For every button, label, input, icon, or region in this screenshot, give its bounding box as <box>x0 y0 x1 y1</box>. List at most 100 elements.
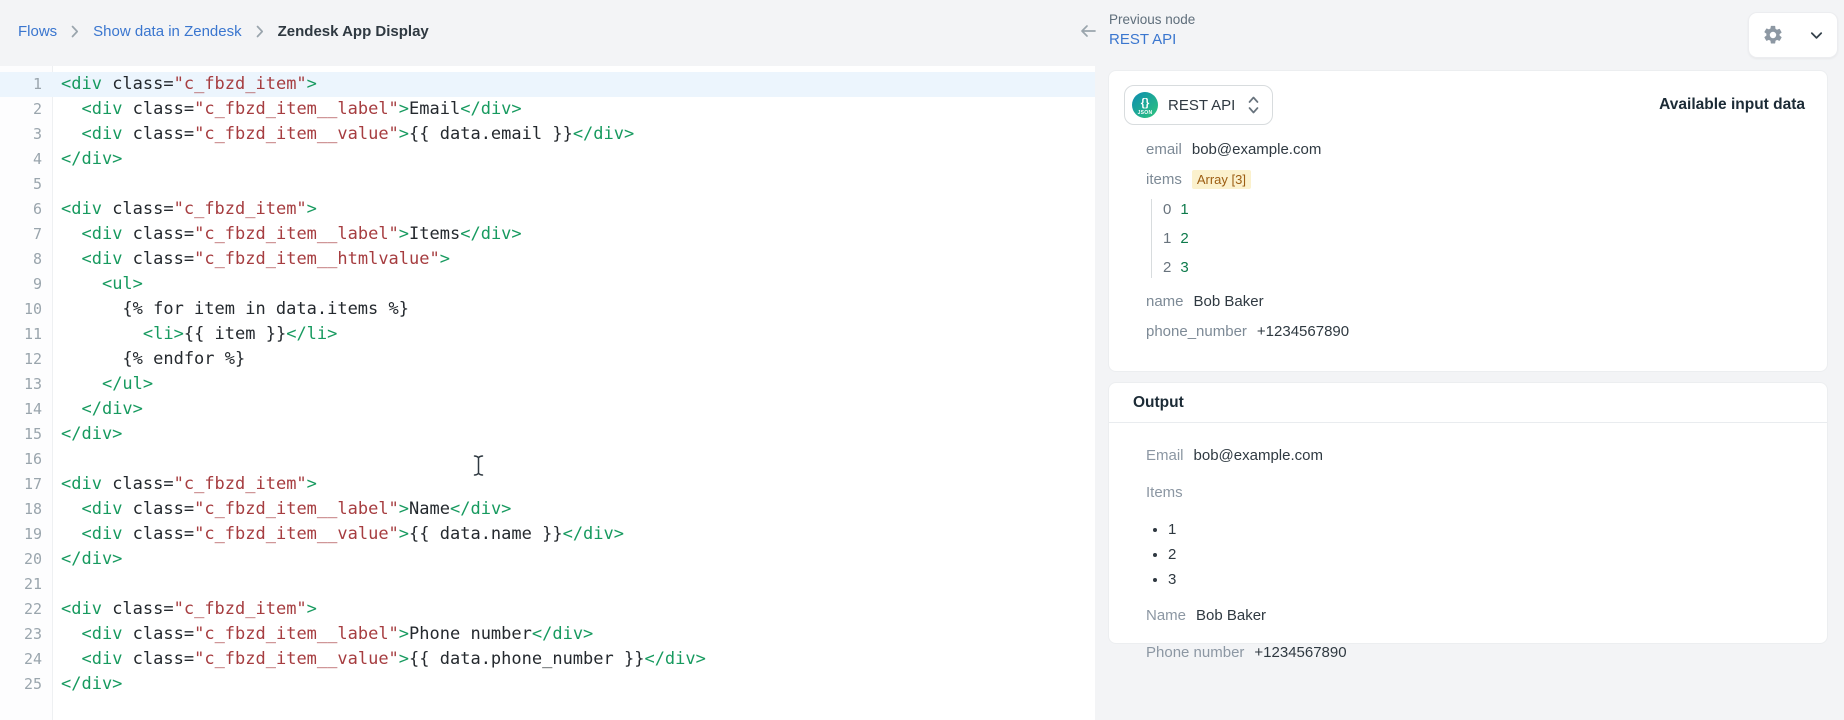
code-text: <div class="c_fbzd_item"> <box>52 197 317 222</box>
code-token: <div <box>61 599 102 619</box>
previous-node-link[interactable]: REST API <box>1109 31 1195 48</box>
code-text: <div class="c_fbzd_item__value">{{ data.… <box>52 647 706 672</box>
code-token: </div> <box>450 499 512 519</box>
code-line: 8 <div class="c_fbzd_item__htmlvalue"> <box>0 247 1095 272</box>
code-token: > <box>398 649 410 669</box>
input-fields: email bob@example.com items Array [3] 0 1 1 2 2 3… <box>1109 125 1827 342</box>
code-token: class= <box>122 649 195 669</box>
code-line: 21 <box>0 572 1095 597</box>
output-label: Phone number <box>1146 644 1245 661</box>
line-number: 16 <box>23 450 42 468</box>
output-row: Items <box>1146 483 1803 503</box>
array-index: 2 <box>1163 259 1172 276</box>
output-card: Output Email bob@example.com Items 1 2 3 Name B… <box>1108 382 1828 661</box>
code-text: </div> <box>52 147 122 172</box>
output-row: Email bob@example.com <box>1146 446 1803 466</box>
previous-node-label: Previous node <box>1109 12 1196 27</box>
array-items: 011223 <box>1151 199 1803 278</box>
code-token: <div <box>81 649 123 669</box>
line-number: 14 <box>23 400 42 418</box>
code-token: <li> <box>142 324 184 344</box>
back-arrow-icon[interactable] <box>1078 22 1098 40</box>
line-number: 6 <box>32 200 42 218</box>
code-editor[interactable]: 1 <div class="c_fbzd_item"> 2 <div class="… <box>0 66 1095 720</box>
settings-button[interactable] <box>1748 12 1838 58</box>
code-token: <div <box>81 524 123 544</box>
code-token: <ul> <box>101 274 143 294</box>
line-number: 9 <box>32 275 42 293</box>
array-item: 01 <box>1163 199 1803 220</box>
code-token: Items <box>409 224 461 244</box>
code-token: "c_fbzd_item__label" <box>194 499 399 519</box>
output-value: bob@example.com <box>1193 447 1323 464</box>
array-value: 3 <box>1180 259 1189 276</box>
code-token: class= <box>122 99 195 119</box>
code-line: 5 <box>0 172 1095 197</box>
line-number: 13 <box>23 375 42 393</box>
available-input-data-heading: Available input data <box>1659 96 1805 113</box>
node-selector-button[interactable]: {} JSON REST API <box>1124 85 1274 125</box>
code-token: class= <box>122 224 195 244</box>
line-number: 10 <box>23 300 42 318</box>
line-number: 15 <box>23 425 42 443</box>
code-text: <div class="c_fbzd_item__label">Phone nu… <box>52 622 593 647</box>
code-line: 13 </ul> <box>0 372 1095 397</box>
code-token: "c_fbzd_item" <box>173 74 307 94</box>
output-list-item: 1 <box>1168 520 1803 539</box>
code-line: 16 <box>0 447 1095 472</box>
code-line: 20 </div> <box>0 547 1095 572</box>
code-token: > <box>398 224 410 244</box>
code-area: 1 <div class="c_fbzd_item"> 2 <div class="… <box>0 72 1095 697</box>
array-item: 23 <box>1163 257 1803 278</box>
output-list-item: 3 <box>1168 570 1803 589</box>
code-token: > <box>306 474 317 494</box>
code-token: "c_fbzd_item" <box>173 199 307 219</box>
code-token: </li> <box>286 324 338 344</box>
code-text: <div class="c_fbzd_item__label">Items</d… <box>52 222 521 247</box>
code-token: "c_fbzd_item__value" <box>194 524 399 544</box>
code-token: {{ data.name }} <box>409 524 563 544</box>
code-token: <div <box>61 199 102 219</box>
code-text: <div class="c_fbzd_item"> <box>52 72 317 97</box>
code-token: "c_fbzd_item__htmlvalue" <box>194 249 440 269</box>
chevron-down-icon <box>1809 28 1824 43</box>
code-token: Email <box>409 99 461 119</box>
code-line: 18 <div class="c_fbzd_item__label">Name<… <box>0 497 1095 522</box>
code-text: <div class="c_fbzd_item__htmlvalue"> <box>52 247 450 272</box>
code-token: </div> <box>460 99 522 119</box>
code-line: 2 <div class="c_fbzd_item__label">Email<… <box>0 97 1095 122</box>
code-line: 3 <div class="c_fbzd_item__value">{{ dat… <box>0 122 1095 147</box>
array-index: 0 <box>1163 201 1172 218</box>
code-token: Phone number <box>409 624 532 644</box>
code-token: > <box>398 124 410 144</box>
code-token: <div <box>61 74 102 94</box>
output-label: Email <box>1146 447 1184 464</box>
output-row: Phone number +1234567890 <box>1146 643 1803 663</box>
code-line: 6 <div class="c_fbzd_item"> <box>0 197 1095 222</box>
breadcrumb-link-flows[interactable]: Flows <box>18 23 57 40</box>
array-value: 2 <box>1180 230 1189 247</box>
array-badge: Array [3] <box>1191 170 1251 189</box>
line-number: 2 <box>32 100 42 118</box>
code-token: <div <box>61 474 102 494</box>
code-token: > <box>439 249 450 269</box>
code-line: 23 <div class="c_fbzd_item__label">Phone… <box>0 622 1095 647</box>
code-token: {{ data.email }} <box>409 124 573 144</box>
code-token: </div> <box>644 649 706 669</box>
code-token: > <box>398 499 410 519</box>
output-list: 1 2 3 <box>1146 520 1803 589</box>
code-token: </div> <box>572 124 635 144</box>
code-token: {% for item in data.items %} <box>61 299 409 319</box>
chevron-right-icon <box>256 25 264 38</box>
input-field: email bob@example.com <box>1146 139 1803 160</box>
breadcrumb-link-show-data[interactable]: Show data in Zendesk <box>93 23 241 40</box>
